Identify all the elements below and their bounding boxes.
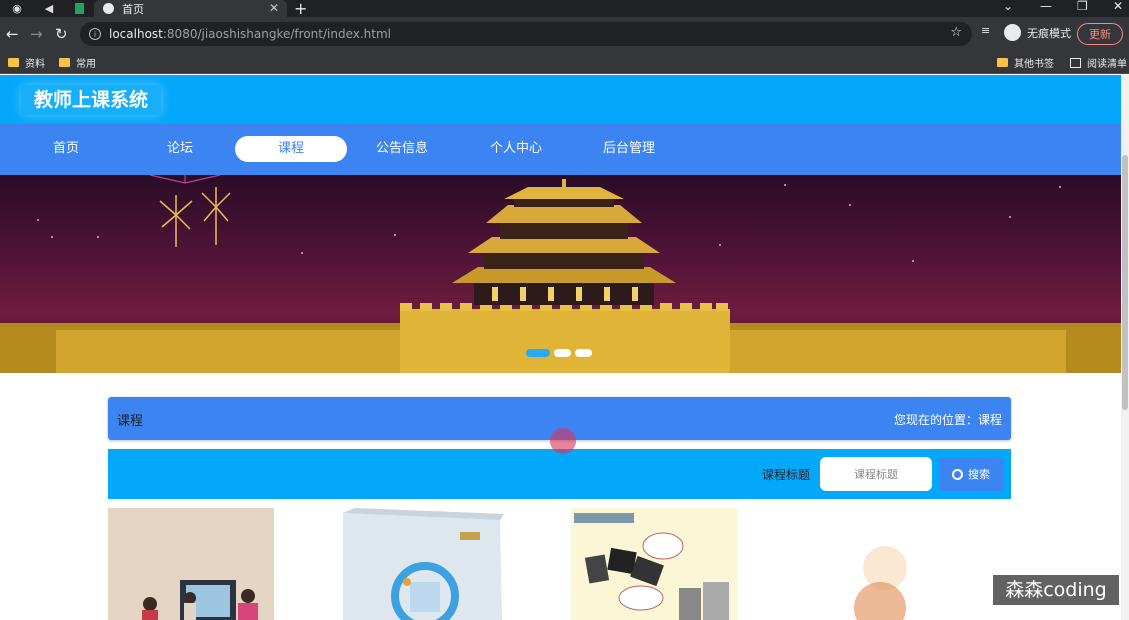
bookmark-star-icon[interactable]: ☆ [950, 25, 962, 40]
breadcrumb: 您现在的位置：课程 [894, 411, 1002, 428]
breadcrumb-current[interactable]: 课程 [978, 413, 1002, 427]
section-title: 课程 [117, 414, 144, 429]
watermark: 森森coding [993, 575, 1119, 605]
back-icon[interactable]: ← [6, 25, 19, 43]
scrollbar-thumb[interactable] [1122, 155, 1128, 410]
nav-item-courses[interactable]: 课程 [235, 136, 347, 162]
page-scrollbar[interactable] [1121, 75, 1129, 620]
close-window-icon[interactable]: ✕ [1113, 0, 1123, 13]
browser-tab-active[interactable]: 首页 ✕ [94, 0, 287, 17]
classroom-photo [108, 508, 274, 620]
other-bookmarks-label: 其他书签 [1014, 59, 1054, 70]
bookmark-label: 常用 [76, 59, 96, 70]
software-box-image [343, 508, 504, 620]
carousel-indicators [526, 349, 592, 357]
tab-close-icon[interactable]: ✕ [269, 1, 279, 15]
course-card-image[interactable] [571, 508, 737, 620]
folder-icon [8, 58, 19, 67]
url-path: :8080/jiaoshishangke/front/index.html [162, 27, 392, 41]
bookmark-label: 资料 [25, 59, 45, 70]
nav-item-admin[interactable]: 后台管理 [573, 136, 685, 162]
folder-icon [997, 58, 1008, 67]
search-label: 课程标题 [762, 468, 811, 482]
course-card-image[interactable] [290, 508, 520, 620]
minimize-icon[interactable]: — [1040, 0, 1052, 13]
network-diagram-image [571, 508, 737, 620]
site-header: 教师上课系统 [0, 75, 1121, 124]
profile-label: 无痕模式 [1027, 26, 1071, 40]
click-indicator [550, 428, 576, 454]
search-icon [952, 468, 963, 480]
reading-list[interactable]: 阅读清单 [1070, 55, 1127, 70]
course-title-search-input[interactable] [820, 457, 932, 491]
carousel-dot[interactable] [575, 349, 592, 357]
browser-toolbar: ← → ↻ i localhost:8080/jiaoshishangke/fr… [0, 17, 1129, 52]
folder-icon [59, 58, 70, 67]
nav-item-home[interactable]: 首页 [10, 136, 122, 162]
bookmark-folder[interactable]: 常用 [59, 55, 96, 70]
reading-list-label: 阅读清单 [1087, 59, 1127, 70]
web-page: 教师上课系统 首页 论坛 课程 公告信息 个人中心 后台管理 课程 您现在的位置… [0, 75, 1121, 620]
tab-globe-icon [103, 3, 114, 14]
tab-search-chevron-icon[interactable]: ⌄ [1003, 0, 1013, 13]
new-tab-button[interactable]: + [294, 0, 307, 18]
course-card-image[interactable] [790, 508, 1021, 620]
sheets-tab-icon[interactable] [66, 0, 92, 16]
nav-item-personal-center[interactable]: 个人中心 [460, 136, 572, 162]
incognito-profile[interactable]: 无痕模式 [1004, 24, 1071, 41]
bookmark-folder[interactable]: 资料 [8, 55, 45, 70]
carousel-dot[interactable] [554, 349, 571, 357]
reload-icon[interactable]: ↻ [55, 25, 68, 43]
main-nav: 首页 论坛 课程 公告信息 个人中心 后台管理 [0, 124, 1121, 175]
speaker-icon[interactable]: ◀ [36, 0, 62, 16]
blurred-course-image [854, 546, 907, 620]
search-button[interactable]: 搜索 [939, 457, 1003, 491]
nav-item-announcements[interactable]: 公告信息 [346, 136, 458, 162]
restore-icon[interactable]: ❐ [1077, 0, 1088, 13]
carousel-dot[interactable] [526, 349, 550, 357]
tab-title: 首页 [122, 2, 144, 16]
site-title[interactable]: 教师上课系统 [21, 85, 162, 115]
update-button[interactable]: 更新 [1077, 23, 1123, 45]
banner-carousel[interactable] [0, 175, 1121, 373]
bookmarks-bar: 资料 常用 其他书签 阅读清单 [0, 52, 1129, 74]
incognito-icon [1004, 24, 1021, 41]
address-bar[interactable]: i localhost:8080/jiaoshishangke/front/in… [80, 22, 972, 46]
forward-icon[interactable]: → [30, 25, 43, 43]
reading-mode-icon[interactable]: ≡ [981, 24, 990, 37]
url-host: localhost [109, 27, 163, 41]
banner-image-city-gate [0, 175, 1121, 373]
search-bar: 课程标题 搜索 [108, 449, 1011, 499]
reading-list-icon [1070, 57, 1081, 68]
other-bookmarks[interactable]: 其他书签 [997, 55, 1054, 70]
search-button-label: 搜索 [968, 468, 990, 481]
course-card-image[interactable] [108, 508, 274, 620]
globe-icon[interactable]: ◉ [4, 0, 30, 16]
site-info-icon[interactable]: i [89, 28, 101, 40]
nav-item-forum[interactable]: 论坛 [124, 136, 236, 162]
browser-tab-strip: ◉ ◀ 首页 ✕ + ⌄ — ❐ ✕ [0, 0, 1129, 18]
breadcrumb-label: 您现在的位置： [893, 413, 978, 427]
